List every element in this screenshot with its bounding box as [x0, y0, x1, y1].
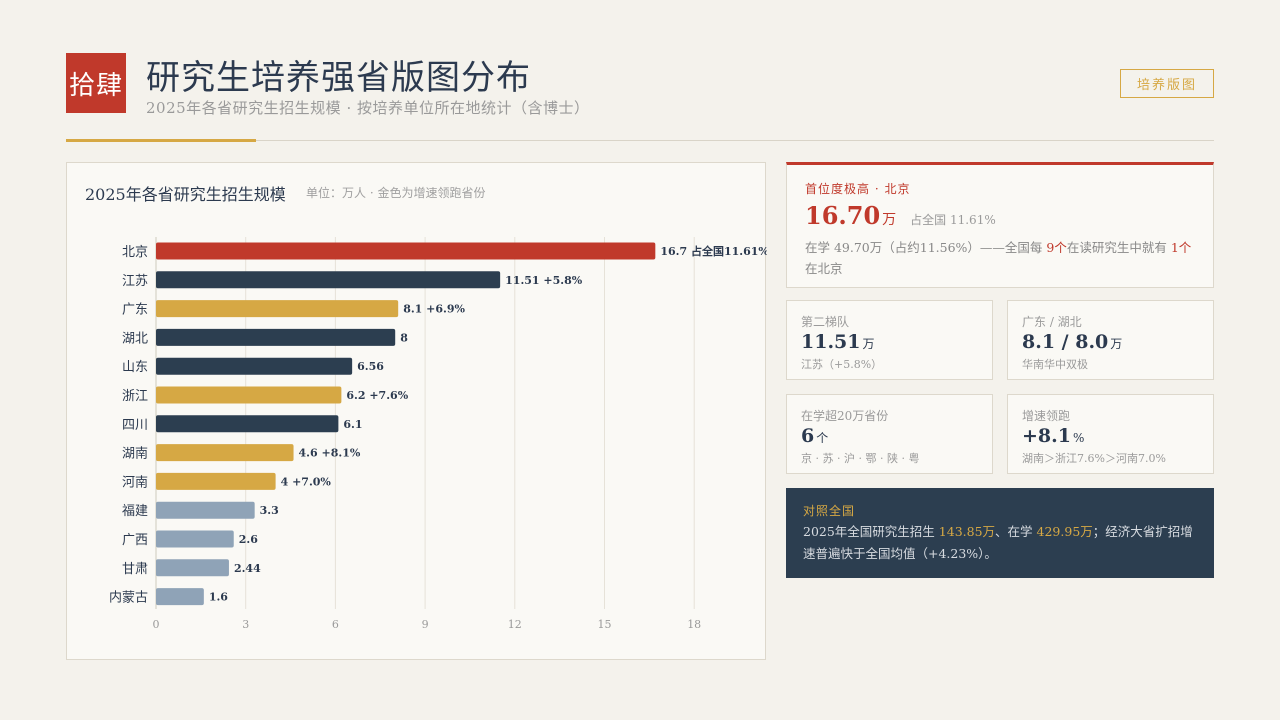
over-200k-provinces-card: 在学超20万省份 6 个 京 · 苏 · 沪 · 鄂 · 陕 · 粤 — [786, 394, 993, 474]
national-description: 2025年全国研究生招生 143.85万、在学 429.95万；经济大省扩招增速… — [803, 524, 1193, 561]
category-label: 甘肃 — [122, 562, 148, 577]
card-note: 湖南＞浙江7.6%＞河南7.0% — [1022, 452, 1166, 465]
card-value: 6 — [801, 425, 815, 447]
national-label: 对照全国 — [803, 504, 856, 518]
second-tier-card: 第二梯队 11.51 万 江苏（+5.8%） — [786, 300, 993, 380]
growth-leader-card: 增速领跑 +8.1 % 湖南＞浙江7.6%＞河南7.0% — [1007, 394, 1214, 474]
data-label: 3.3 — [260, 504, 279, 517]
bar — [156, 559, 229, 577]
category-label: 广西 — [122, 533, 148, 548]
x-tick-label: 6 — [332, 618, 339, 631]
card-value-row: +8.1 % — [1022, 425, 1084, 447]
category-label: 福建 — [122, 504, 148, 519]
data-label: 16.7 占全国11.61% — [660, 244, 767, 258]
data-label: 6.1 — [343, 418, 362, 431]
category-label: 内蒙古 — [109, 590, 148, 606]
bar — [156, 501, 255, 519]
category-label: 浙江 — [122, 389, 148, 404]
bar — [156, 242, 656, 260]
bar — [156, 444, 294, 462]
bar — [156, 415, 339, 433]
data-label: 6.56 — [357, 360, 384, 373]
category-label: 湖南 — [122, 446, 148, 462]
category-label: 北京 — [122, 245, 148, 260]
x-tick-label: 18 — [687, 618, 701, 631]
card-value-row: 6 个 — [801, 425, 828, 447]
card-note: 京 · 苏 · 沪 · 鄂 · 陕 · 粤 — [801, 452, 920, 465]
hero-value-row: 16.70 万 占全国 11.61% — [805, 201, 996, 230]
hero-description: 在学 49.70万（占约11.56%）——全国每 9个在读研究生中就有 1个在北… — [805, 240, 1192, 276]
logo-stamp: 拾肆 — [66, 53, 126, 113]
card-unit: % — [1072, 431, 1085, 445]
bar — [156, 357, 353, 375]
x-tick-label: 0 — [153, 618, 160, 631]
bar — [156, 472, 276, 490]
data-label: 4.6 +8.1% — [299, 447, 361, 460]
category-label: 山东 — [122, 360, 148, 375]
category-label: 广东 — [122, 303, 148, 318]
page-subtitle: 2025年各省研究生招生规模 · 按培养单位所在地统计（含博士） — [146, 99, 590, 117]
category-label: 江苏 — [122, 273, 148, 289]
bar — [156, 386, 342, 404]
data-label: 2.6 — [239, 533, 258, 546]
x-tick-label: 3 — [242, 618, 249, 631]
data-label: 6.2 +7.6% — [346, 389, 408, 402]
x-tick-label: 12 — [508, 618, 522, 631]
card-label: 在学超20万省份 — [801, 409, 889, 423]
data-label: 11.51 +5.8% — [505, 274, 583, 287]
data-label: 8 — [400, 331, 408, 344]
data-label: 4 +7.0% — [281, 475, 332, 488]
bar — [156, 530, 234, 548]
bar — [156, 588, 204, 606]
hero-value: 16.70 — [805, 201, 881, 230]
hero-unit: 万 — [882, 212, 897, 228]
bar-chart: 0 3 6 9 12 15 18 北京 16.7 占全国11.61% 江苏 11.51 +5.8% 广… — [109, 237, 767, 631]
category-label: 河南 — [122, 474, 148, 490]
card-note: 江苏（+5.8%） — [801, 358, 883, 371]
card-value: 8.1 / 8.0 — [1022, 331, 1109, 353]
card-value-row: 8.1 / 8.0 万 — [1022, 331, 1122, 353]
hero-label: 首位度极高 · 北京 — [805, 182, 911, 196]
card-label: 广东 / 湖北 — [1022, 315, 1082, 329]
x-tick-label: 15 — [598, 618, 612, 631]
national-comparison-card: 对照全国 2025年全国研究生招生 143.85万、在学 429.95万；经济大… — [786, 488, 1214, 578]
card-value-row: 11.51 万 — [801, 331, 875, 353]
card-value: 11.51 — [801, 331, 861, 353]
card-unit: 个 — [816, 431, 829, 445]
data-label: 2.44 — [234, 562, 261, 575]
bar — [156, 328, 396, 346]
hero-share: 占全国 11.61% — [910, 213, 996, 227]
guangdong-hubei-card: 广东 / 湖北 8.1 / 8.0 万 华南华中双极 — [1007, 300, 1214, 380]
category-label: 湖北 — [122, 331, 148, 346]
chart-panel: 2025年各省研究生招生规模 单位：万人 · 金色为增速领跑省份 0 3 6 9 12 1… — [66, 162, 767, 660]
bar — [156, 271, 501, 289]
card-note: 华南华中双极 — [1022, 358, 1088, 371]
data-label: 8.1 +6.9% — [403, 303, 465, 316]
category-label: 四川 — [122, 418, 148, 433]
bar — [156, 300, 399, 318]
section-tag-button[interactable]: 培养版图 — [1120, 69, 1214, 98]
data-label: 1.6 — [209, 591, 228, 604]
card-unit: 万 — [862, 337, 875, 351]
beijing-highlight-card: 首位度极高 · 北京 16.70 万 占全国 11.61% 在学 49.70万（… — [786, 162, 1214, 288]
card-unit: 万 — [1110, 337, 1123, 351]
card-label: 第二梯队 — [801, 315, 850, 329]
card-value: +8.1 — [1022, 425, 1071, 447]
header-accent-line — [66, 139, 256, 142]
card-label: 增速领跑 — [1022, 409, 1071, 423]
x-tick-label: 9 — [422, 618, 429, 631]
page-title: 研究生培养强省版图分布 — [146, 58, 531, 98]
